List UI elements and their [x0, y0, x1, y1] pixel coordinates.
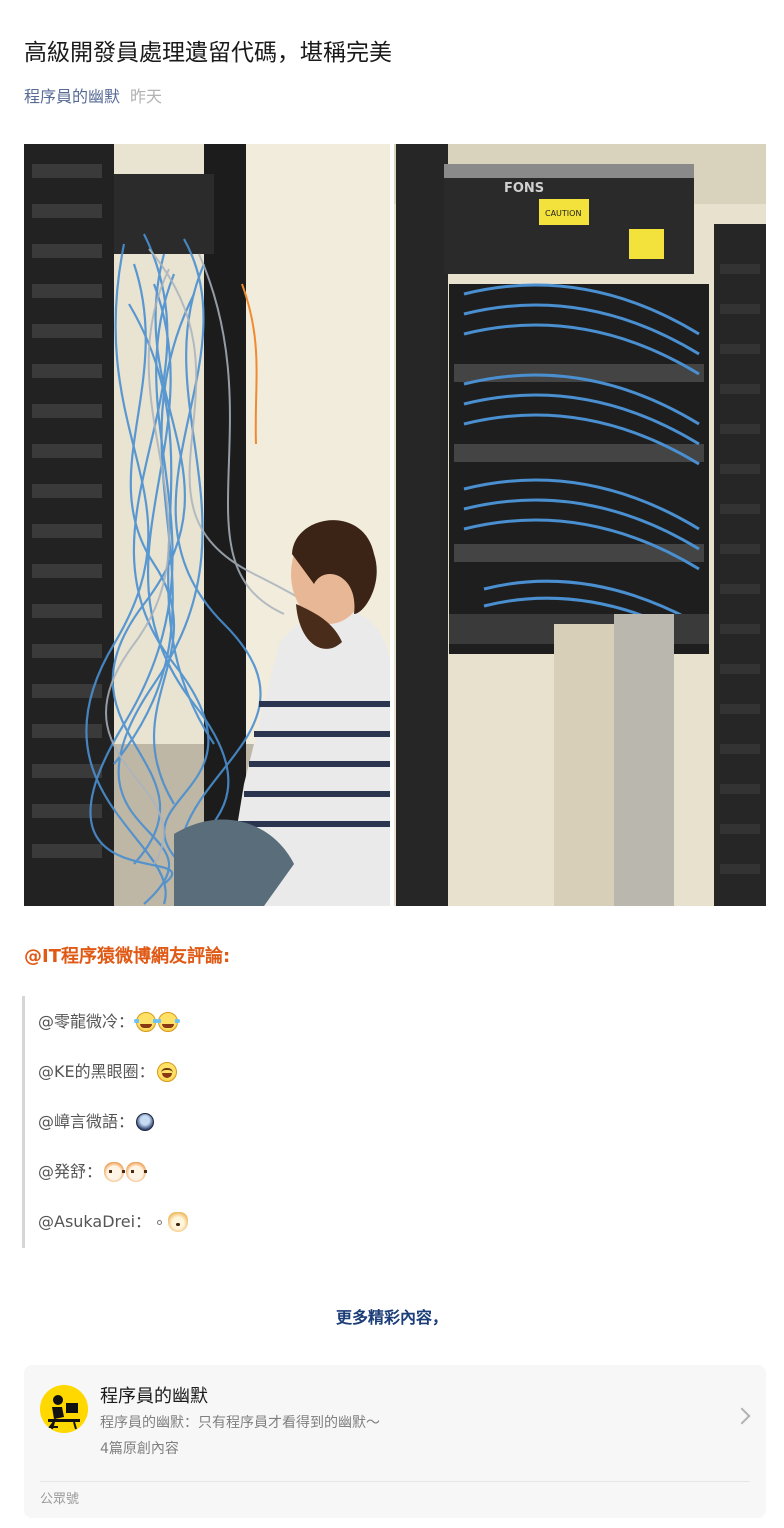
- card-divider: [40, 1481, 750, 1482]
- cat-face-icon: [126, 1162, 148, 1182]
- comment-user: @AsukaDrei：: [38, 1212, 152, 1231]
- comments-heading: @IT程序猿微博網友評論:: [24, 946, 231, 967]
- cat-face-blue-icon: [136, 1113, 155, 1131]
- comment-row: @発舒：: [38, 1160, 148, 1184]
- comment-user: @発舒：: [38, 1162, 103, 1181]
- card-post-count: 4篇原創內容: [100, 1441, 179, 1457]
- cat-face-icon: [104, 1162, 126, 1182]
- doge-face-icon: [168, 1212, 189, 1232]
- comment-user: @零龍微冷：: [38, 1012, 135, 1031]
- tears-of-joy-icon: [134, 1012, 159, 1032]
- comment-row: @AsukaDrei：: [38, 1210, 189, 1234]
- article-title: 高級開發員處理遺留代碼，堪稱完美: [24, 40, 392, 66]
- comment-user: @嶂言微語：: [38, 1112, 135, 1131]
- more-content-link[interactable]: 更多精彩內容，: [0, 1306, 784, 1330]
- publish-date: 昨天: [130, 87, 163, 106]
- comment-quote-block: @零龍微冷： @KE的黑眼圈： @嶂言微語： @発舒： @AsukaDrei：: [22, 996, 764, 1248]
- card-footer-label: 公眾號: [40, 1492, 80, 1507]
- comment-row: @嶂言微語：: [38, 1110, 155, 1134]
- comment-row: @零龍微冷：: [38, 1010, 181, 1034]
- tears-of-joy-icon: [156, 1012, 181, 1032]
- article-meta: 程序員的幽默 昨天: [24, 86, 162, 108]
- chevron-right-icon: [733, 1407, 751, 1425]
- account-link[interactable]: 程序員的幽默: [24, 87, 120, 106]
- comment-user: @KE的黑眼圈：: [38, 1062, 155, 1081]
- programmer-at-desk-icon: [40, 1385, 88, 1433]
- caution-label: CAUTION: [545, 209, 581, 218]
- account-card[interactable]: 程序員的幽默 程序員的幽默：只有程序員才看得到的幽默～ 4篇原創內容 公眾號: [24, 1365, 766, 1518]
- small-circle-icon: [157, 1219, 163, 1225]
- comment-row: @KE的黑眼圈：: [38, 1060, 177, 1084]
- article-photo[interactable]: FONS CAUTION: [24, 144, 766, 906]
- card-account-description: 程序員的幽默：只有程序員才看得到的幽默～: [100, 1415, 380, 1431]
- card-account-name: 程序員的幽默: [100, 1386, 208, 1407]
- rack-brand-label: FONS: [504, 181, 544, 196]
- grinning-face-icon: [156, 1062, 177, 1082]
